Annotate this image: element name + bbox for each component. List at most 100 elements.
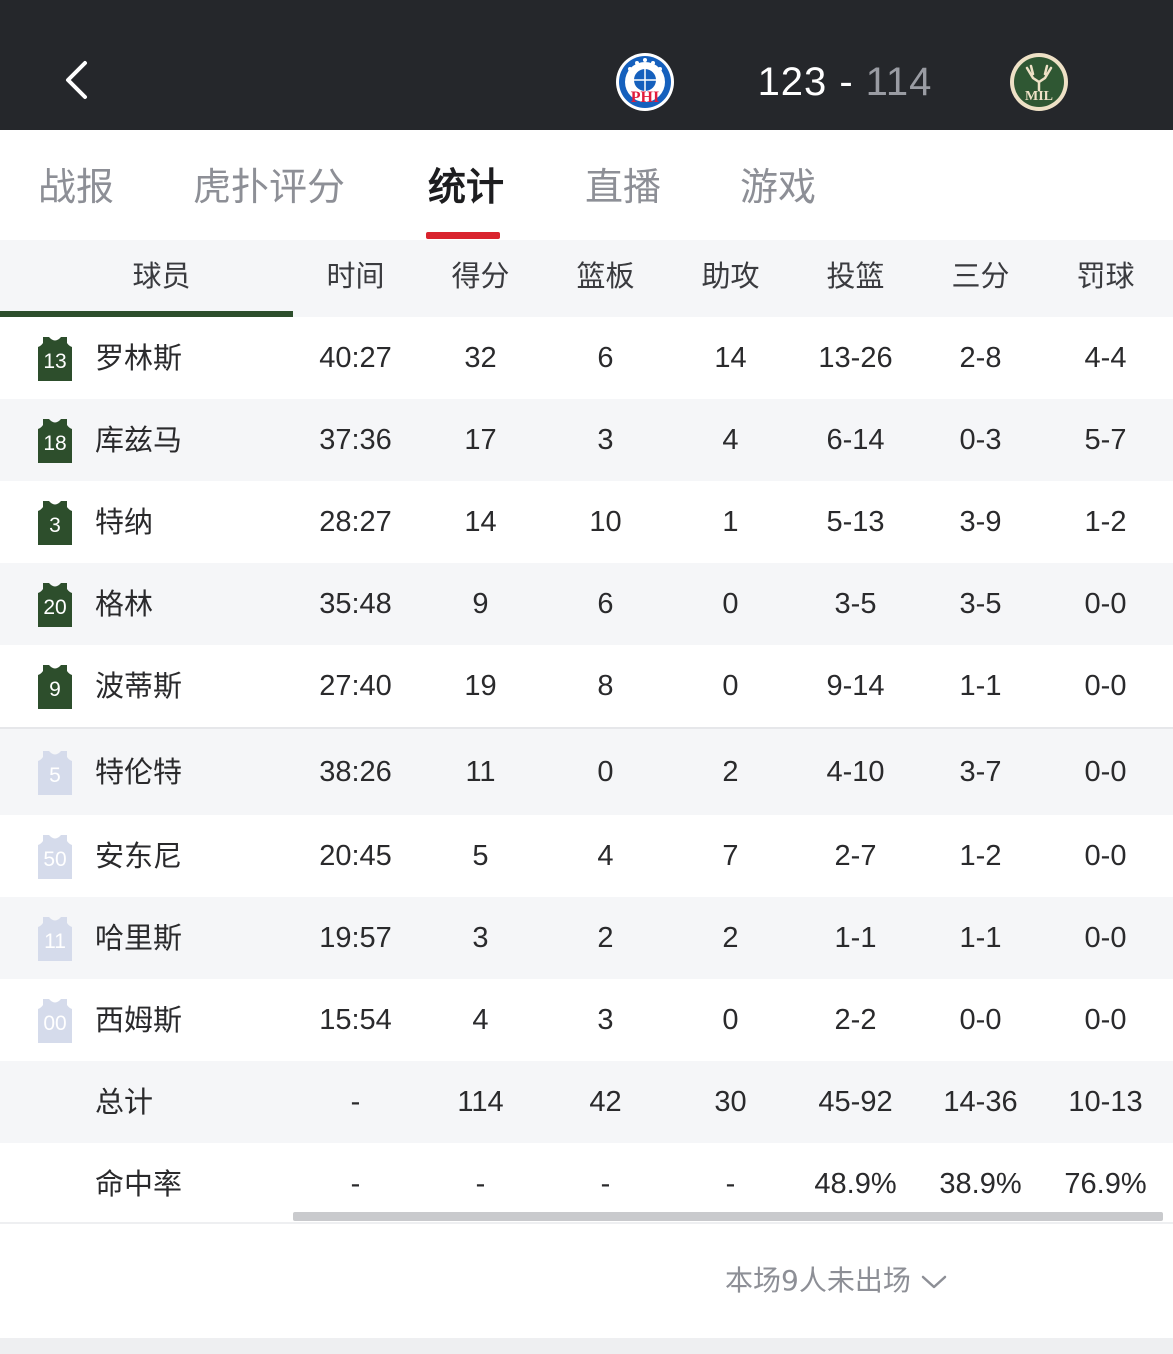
stat-assists: 0	[722, 1004, 739, 1036]
column-header-rebounds[interactable]: 篮板	[543, 240, 668, 317]
stat-rebounds: 10	[589, 506, 622, 538]
row-label: 总计	[95, 1085, 154, 1119]
jersey-icon: 5	[36, 751, 74, 795]
home-team-logo[interactable]: PHI	[615, 52, 675, 112]
stat-minutes: 35:48	[319, 588, 392, 620]
jersey-number: 5	[49, 764, 61, 787]
tab-bar: 战报 虎扑评分 统计 直播 游戏	[0, 130, 1173, 240]
back-button[interactable]	[52, 50, 100, 110]
stat-free-throws: 0-0	[1084, 922, 1127, 954]
player-row[interactable]: 11 哈里斯 19:57 3 2 2 1-1 1-1 0-0	[0, 897, 1173, 979]
stat-assists: 1	[722, 506, 739, 538]
chevron-down-icon	[921, 1275, 947, 1289]
stat-rebounds: 42	[589, 1086, 622, 1118]
player-row[interactable]: 3 特纳 28:27 14 10 1 5-13 3-9 1-2	[0, 481, 1173, 563]
player-name[interactable]: 西姆斯	[95, 979, 182, 1061]
stat-assists: 14	[714, 342, 747, 374]
totals-row: 总计 - 114 42 30 45-92 14-36 10-13	[0, 1061, 1173, 1143]
stat-points: 19	[464, 670, 497, 702]
player-name[interactable]: 库兹马	[95, 399, 182, 481]
player-row[interactable]: 9 波蒂斯 27:40 19 8 0 9-14 1-1 0-0	[0, 645, 1173, 727]
jersey-icon: 11	[36, 917, 74, 961]
active-tab-indicator	[426, 232, 500, 239]
stat-field-goals: 9-14	[826, 670, 885, 702]
tab-rating[interactable]: 虎扑评分	[193, 162, 345, 212]
divider	[0, 1222, 1173, 1224]
jersey-icon: 18	[36, 419, 74, 463]
horizontal-scrollbar[interactable]	[293, 1212, 1163, 1221]
player-name[interactable]: 波蒂斯	[95, 645, 182, 727]
column-header-player[interactable]: 球员	[0, 240, 323, 317]
stat-rebounds: 8	[597, 670, 614, 702]
column-header-points[interactable]: 得分	[418, 240, 543, 317]
stat-minutes: 40:27	[319, 342, 392, 374]
stat-rebounds: 4	[597, 840, 614, 872]
column-header-field-goals[interactable]: 投篮	[793, 240, 918, 317]
stat-assists: 0	[722, 588, 739, 620]
stat-field-goals: 13-26	[818, 342, 893, 374]
player-name[interactable]: 罗林斯	[95, 317, 182, 399]
stat-free-throws: 0-0	[1084, 588, 1127, 620]
column-header-minutes[interactable]: 时间	[293, 240, 418, 317]
player-row[interactable]: 20 格林 35:48 9 6 0 3-5 3-5 0-0	[0, 563, 1173, 645]
stat-assists: 4	[722, 424, 739, 456]
jersey-number: 18	[43, 432, 67, 455]
top-header: PHI 123-114 MIL	[0, 0, 1173, 130]
tab-report[interactable]: 战报	[38, 162, 114, 212]
stat-assists: 2	[722, 756, 739, 788]
player-name[interactable]: 安东尼	[95, 815, 182, 897]
player-name[interactable]: 格林	[95, 563, 153, 645]
stat-assists: 0	[722, 670, 739, 702]
row-label: 命中率	[95, 1167, 183, 1201]
stat-rebounds: 3	[597, 424, 614, 456]
stat-assists: 2	[722, 922, 739, 954]
stat-points: 114	[457, 1086, 504, 1118]
stat-rebounds: 6	[597, 342, 614, 374]
stat-rebounds: 2	[597, 922, 614, 954]
jersey-icon: 13	[36, 337, 74, 381]
tab-games[interactable]: 游戏	[740, 162, 816, 212]
jersey-number: 00	[43, 1012, 67, 1035]
player-row[interactable]: 18 库兹马 37:36 17 3 4 6-14 0-3 5-7	[0, 399, 1173, 481]
bottom-bar	[0, 1338, 1173, 1354]
player-row[interactable]: 5 特伦特 38:26 11 0 2 4-10 3-7 0-0	[0, 727, 1173, 815]
jersey-icon: 9	[36, 665, 74, 709]
player-name[interactable]: 特纳	[95, 481, 153, 563]
stat-free-throws: 5-7	[1084, 424, 1127, 456]
stat-field-goals: 4-10	[826, 756, 885, 788]
jersey-number: 9	[49, 678, 61, 701]
stat-minutes: -	[350, 1086, 361, 1118]
stat-minutes: 19:57	[319, 922, 392, 954]
stat-field-goals: 5-13	[826, 506, 885, 538]
stat-three-pointers: 0-3	[959, 424, 1002, 456]
column-header-three-pointers[interactable]: 三分	[918, 240, 1043, 317]
tab-live[interactable]: 直播	[585, 162, 661, 212]
player-row[interactable]: 13 罗林斯 40:27 32 6 14 13-26 2-8 4-4	[0, 317, 1173, 399]
stat-field-goals: 1-1	[834, 922, 877, 954]
jersey-icon: 00	[36, 999, 74, 1043]
stat-three-pointers: 14-36	[943, 1086, 1018, 1118]
dnp-toggle[interactable]: 本场9人未出场	[725, 1258, 949, 1304]
stat-field-goals: 3-5	[834, 588, 877, 620]
svg-text:PHI: PHI	[631, 89, 659, 106]
jersey-number: 50	[43, 848, 67, 871]
column-header-free-throws[interactable]: 罚球	[1043, 240, 1168, 317]
stat-three-pointers: 3-5	[959, 588, 1002, 620]
tab-stats[interactable]: 统计	[428, 162, 504, 212]
table-header: 球员 时间 得分 篮板 助攻 投篮 三分 罚球	[0, 240, 1173, 317]
player-name[interactable]: 特伦特	[95, 729, 182, 815]
jersey-number: 20	[43, 596, 67, 619]
box-score-table: 球员 时间 得分 篮板 助攻 投篮 三分 罚球 13 罗林斯 40:27 32 6 14 1…	[0, 240, 1173, 1225]
stat-points: 4	[472, 1004, 489, 1036]
player-row[interactable]: 00 西姆斯 15:54 4 3 0 2-2 0-0 0-0	[0, 979, 1173, 1061]
stat-minutes: 20:45	[319, 840, 392, 872]
stat-field-goals: 2-7	[834, 840, 877, 872]
column-header-assists[interactable]: 助攻	[668, 240, 793, 317]
player-name[interactable]: 哈里斯	[95, 897, 182, 979]
away-team-logo[interactable]: MIL	[1009, 52, 1069, 112]
jersey-icon: 20	[36, 583, 74, 627]
stat-field-goals: 45-92	[818, 1086, 893, 1118]
jersey-number: 11	[44, 930, 66, 953]
stat-minutes: 38:26	[319, 756, 392, 788]
player-row[interactable]: 50 安东尼 20:45 5 4 7 2-7 1-2 0-0	[0, 815, 1173, 897]
